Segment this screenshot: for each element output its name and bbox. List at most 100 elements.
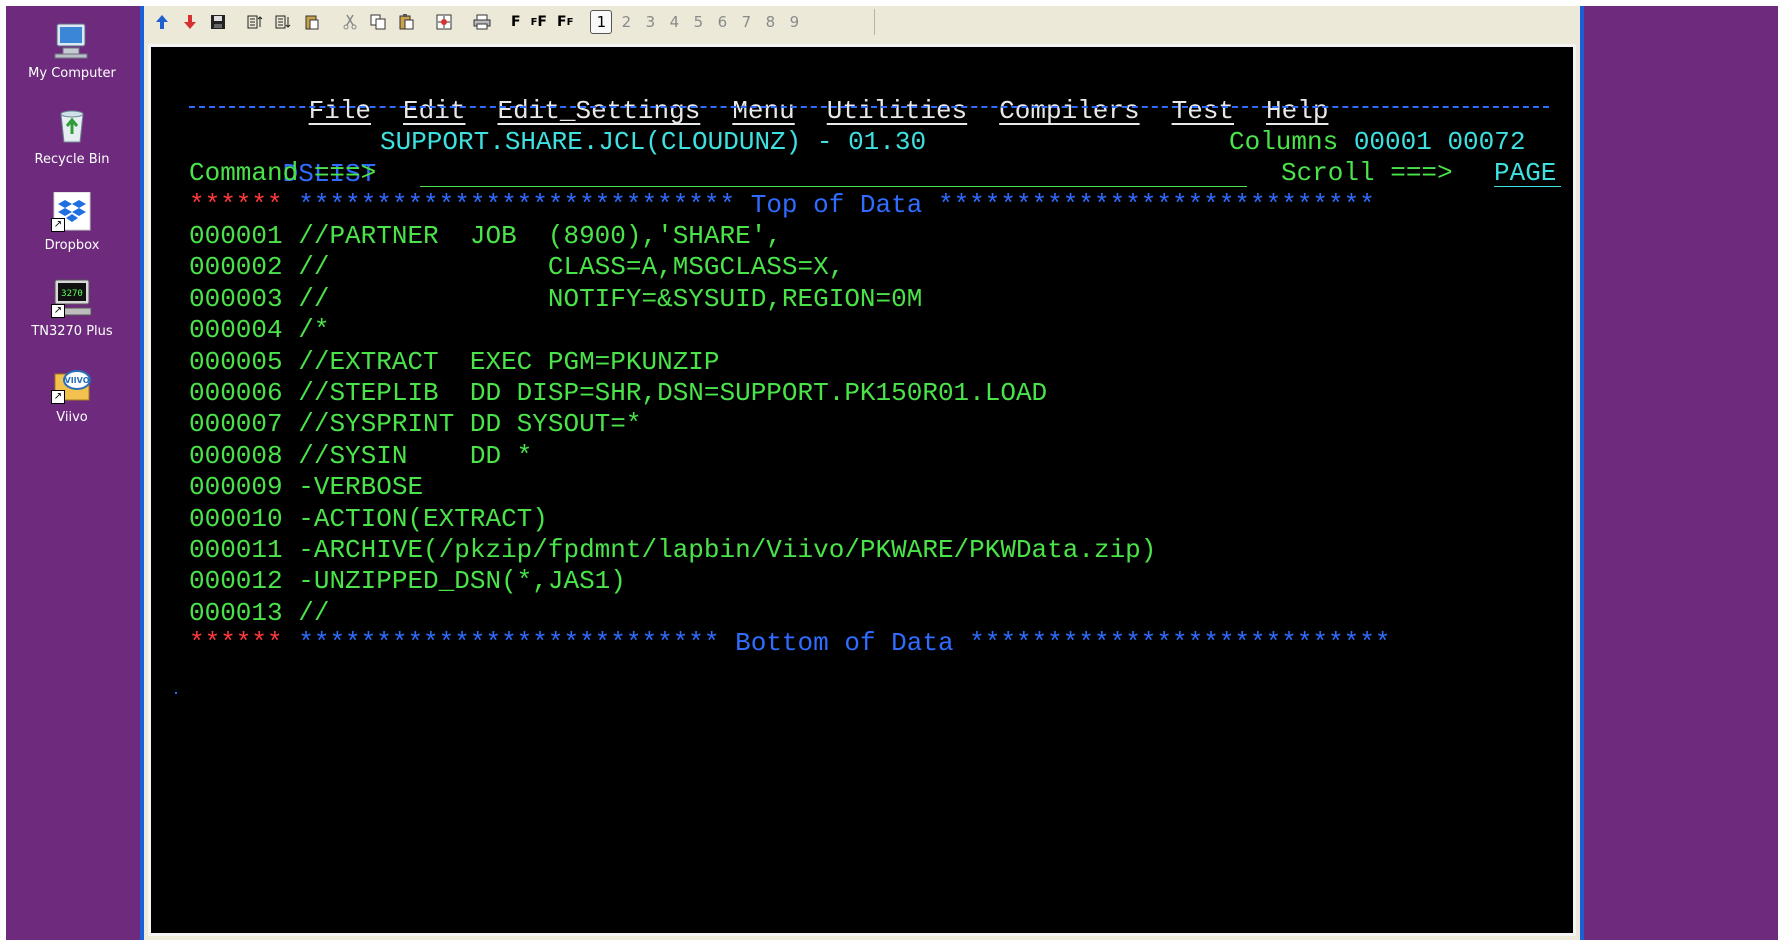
terminal-screen[interactable]: File Edit Edit_Settings Menu Utilities Compil… xyxy=(148,44,1576,936)
source-line[interactable]: 000003 // NOTIFY=&SYSUID,REGION=0M xyxy=(189,283,922,315)
source-line[interactable]: 000001 //PARTNER JOB (8900),'SHARE', xyxy=(189,220,782,252)
line-number[interactable]: 000006 xyxy=(189,378,283,408)
marker-stars: *************************** xyxy=(298,628,720,658)
source-line[interactable]: 000002 // CLASS=A,MSGCLASS=X, xyxy=(189,251,844,283)
tn3270-window: F FF FF 1 2 3 4 5 6 7 8 9 File Edit Edit_S… xyxy=(140,6,1584,940)
menu-menu[interactable]: Menu xyxy=(732,95,794,127)
source-line[interactable]: 000009 -VERBOSE xyxy=(189,471,423,503)
source-line[interactable]: 000006 //STEPLIB DD DISP=SHR,DSN=SUPPORT… xyxy=(189,377,1047,409)
menu-edit-settings[interactable]: Edit_Settings xyxy=(497,95,700,127)
desktop-icon-viivo[interactable]: VIIVO ↗ Viivo xyxy=(6,364,138,425)
menu-label: Compilers xyxy=(999,96,1140,126)
menu-file[interactable]: File xyxy=(309,95,371,127)
arrow-down-icon[interactable] xyxy=(178,10,202,34)
line-number[interactable]: 000002 xyxy=(189,252,283,282)
line-number[interactable]: 000013 xyxy=(189,598,283,628)
desktop-icon-label: My Computer xyxy=(28,66,116,81)
marker-text: Bottom of Data xyxy=(735,628,954,658)
viivo-folder-icon: VIIVO ↗ xyxy=(51,364,93,404)
paste-icon[interactable] xyxy=(394,10,418,34)
source-line[interactable]: 000005 //EXTRACT EXEC PGM=PKUNZIP xyxy=(189,346,720,378)
session-tab-6[interactable]: 6 xyxy=(712,11,732,33)
line-text[interactable]: //EXTRACT EXEC PGM=PKUNZIP xyxy=(298,347,719,377)
line-number[interactable]: 000012 xyxy=(189,566,283,596)
columns-to: 00072 xyxy=(1447,127,1526,157)
command-input[interactable] xyxy=(420,157,1247,189)
clipboard-icon[interactable] xyxy=(300,10,324,34)
line-text[interactable]: //SYSPRINT DD SYSOUT=* xyxy=(298,409,641,439)
font-size-button-small[interactable]: FF xyxy=(554,10,576,34)
source-line[interactable]: 000012 -UNZIPPED_DSN(*,JAS1) xyxy=(189,565,626,597)
marker-stars: **************************** xyxy=(937,190,1375,220)
session-tab-5[interactable]: 5 xyxy=(688,11,708,33)
source-line[interactable]: 000011 -ARCHIVE(/pkzip/fpdmnt/lapbin/Vii… xyxy=(189,534,1156,566)
scroll-amount-field[interactable]: PAGE xyxy=(1494,157,1556,189)
command-label: Command ===> xyxy=(189,158,377,188)
line-number[interactable]: 000003 xyxy=(189,284,283,314)
align-icon-2[interactable] xyxy=(272,10,296,34)
desktop-icon-recycle-bin[interactable]: Recycle Bin xyxy=(6,106,138,167)
line-number[interactable]: 000008 xyxy=(189,441,283,471)
session-tab-2[interactable]: 2 xyxy=(616,11,636,33)
font-button-label: F xyxy=(511,14,521,30)
line-number[interactable]: 000007 xyxy=(189,409,283,439)
session-tab-9[interactable]: 9 xyxy=(784,11,804,33)
cut-icon[interactable] xyxy=(338,10,362,34)
line-text[interactable]: //PARTNER JOB (8900),'SHARE', xyxy=(298,221,782,251)
line-text[interactable]: -ACTION(EXTRACT) xyxy=(298,504,548,534)
line-text[interactable]: // xyxy=(298,598,329,628)
shortcut-arrow-icon: ↗ xyxy=(51,304,65,318)
line-number[interactable]: 000011 xyxy=(189,535,283,565)
session-tab-8[interactable]: 8 xyxy=(760,11,780,33)
columns-from: 00001 xyxy=(1353,127,1432,157)
marker-prefix: ****** xyxy=(189,190,283,220)
session-tab-3[interactable]: 3 xyxy=(640,11,660,33)
menu-label: File xyxy=(308,96,372,126)
source-line[interactable]: 000004 /* xyxy=(189,314,329,346)
menu-help[interactable]: Help xyxy=(1266,95,1328,127)
menu-compilers[interactable]: Compilers xyxy=(999,95,1139,127)
line-text[interactable]: -VERBOSE xyxy=(298,472,423,502)
line-text[interactable]: //SYSIN DD * xyxy=(298,441,532,471)
terminal-app-icon: 3270 ↗ xyxy=(51,278,93,318)
line-number[interactable]: 000009 xyxy=(189,472,283,502)
line-text[interactable]: /* xyxy=(298,315,329,345)
line-number[interactable]: 000005 xyxy=(189,347,283,377)
source-line[interactable]: 000010 -ACTION(EXTRACT) xyxy=(189,503,548,535)
desktop-icon-dropbox[interactable]: ↗ Dropbox xyxy=(6,191,138,253)
viivo-glyph-text: VIIVO xyxy=(65,376,90,385)
font-size-button-large[interactable]: F xyxy=(508,10,524,34)
line-text[interactable]: // CLASS=A,MSGCLASS=X, xyxy=(298,252,844,282)
save-icon[interactable] xyxy=(206,10,230,34)
font-button-label: F xyxy=(566,16,574,28)
menu-edit[interactable]: Edit xyxy=(403,95,465,127)
line-text[interactable]: //STEPLIB DD DISP=SHR,DSN=SUPPORT.PK150R… xyxy=(298,378,1047,408)
line-number[interactable]: 000001 xyxy=(189,221,283,251)
menu-test[interactable]: Test xyxy=(1172,95,1234,127)
desktop-icon-my-computer[interactable]: My Computer xyxy=(6,20,138,81)
line-number[interactable]: 000004 xyxy=(189,315,283,345)
marker-stars: *************************** xyxy=(969,628,1391,658)
session-tab-7[interactable]: 7 xyxy=(736,11,756,33)
copy-icon[interactable] xyxy=(366,10,390,34)
line-number[interactable]: 000010 xyxy=(189,504,283,534)
arrow-up-icon[interactable] xyxy=(150,10,174,34)
session-tab-1[interactable]: 1 xyxy=(590,10,613,34)
font-size-button-medium[interactable]: FF xyxy=(528,10,550,34)
line-text[interactable]: -UNZIPPED_DSN(*,JAS1) xyxy=(298,566,626,596)
line-text[interactable]: -ARCHIVE(/pkzip/fpdmnt/lapbin/Viivo/PKWA… xyxy=(298,535,1156,565)
line-text[interactable]: // NOTIFY=&SYSUID,REGION=0M xyxy=(298,284,922,314)
source-line[interactable]: 000013 // xyxy=(189,597,329,629)
align-icon-1[interactable] xyxy=(244,10,268,34)
menu-utilities[interactable]: Utilities xyxy=(827,95,967,127)
target-icon[interactable] xyxy=(432,10,456,34)
source-line[interactable]: 000007 //SYSPRINT DD SYSOUT=* xyxy=(189,408,642,440)
session-tab-4[interactable]: 4 xyxy=(664,11,684,33)
bottom-of-data-marker: ****** *************************** Botto… xyxy=(189,627,1390,659)
scroll-label: Scroll ===> xyxy=(1281,158,1453,188)
dataset-name: SUPPORT.SHARE.JCL(CLOUDUNZ) - 01.30 xyxy=(380,127,927,157)
print-icon[interactable] xyxy=(470,10,494,34)
desktop-icon-tn3270[interactable]: 3270 ↗ TN3270 Plus xyxy=(6,278,138,339)
ispf-menu-bar: File Edit Edit_Settings Menu Utilities Compil… xyxy=(215,63,1360,126)
source-line[interactable]: 000008 //SYSIN DD * xyxy=(189,440,532,472)
